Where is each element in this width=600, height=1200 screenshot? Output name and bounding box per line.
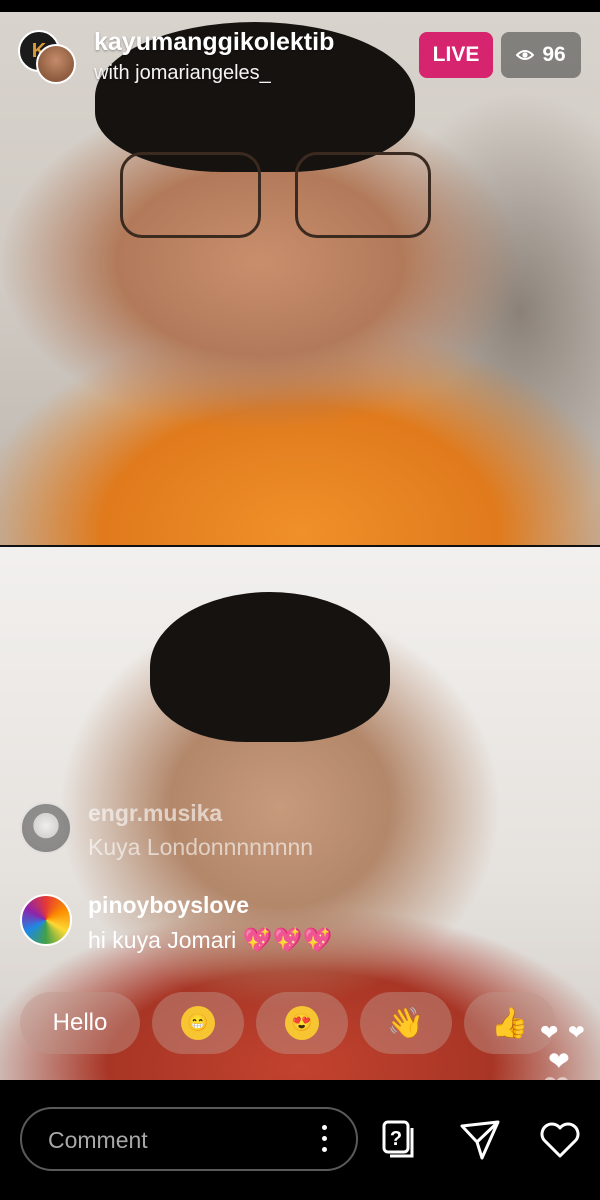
live-header: K kayumanggikolektib with jomariangeles_… bbox=[0, 18, 600, 98]
comment-item[interactable]: pinoyboyslove hi kuya Jomari 💖💖💖 bbox=[20, 892, 460, 962]
glasses-right-lens bbox=[295, 152, 431, 238]
eye-icon bbox=[516, 50, 535, 60]
comment-text-row: hi kuya Jomari 💖💖💖 bbox=[88, 926, 332, 955]
sparkling-heart-icon: 💖💖💖 bbox=[242, 927, 333, 954]
question-icon[interactable]: ? bbox=[378, 1118, 422, 1162]
heart-eyes-face-icon: 😍 bbox=[285, 1006, 319, 1040]
quick-reply-grin[interactable]: 😁 bbox=[152, 992, 244, 1054]
guest-avatar[interactable] bbox=[36, 44, 76, 84]
viewer-count-badge[interactable]: 96 bbox=[501, 32, 581, 78]
quick-reply-hello[interactable]: Hello bbox=[20, 992, 140, 1054]
bottom-bar: Comment ? bbox=[0, 1080, 600, 1200]
like-heart-icon[interactable] bbox=[538, 1118, 582, 1162]
quick-reply-wave[interactable]: 👋 bbox=[360, 992, 452, 1054]
more-options-icon[interactable] bbox=[322, 1125, 328, 1155]
comment-username: pinoyboyslove bbox=[88, 892, 250, 918]
commenter-avatar bbox=[20, 894, 72, 946]
floating-heart-icon: ❤ bbox=[540, 1020, 559, 1045]
live-badge: LIVE bbox=[419, 32, 493, 78]
viewer-count: 96 bbox=[542, 43, 566, 66]
guest-hair bbox=[150, 592, 390, 742]
floating-heart-icon: ❤ bbox=[568, 1022, 585, 1044]
comment-item[interactable]: engr.musika Kuya Londonnnnnnnn bbox=[20, 800, 460, 870]
svg-text:?: ? bbox=[390, 1128, 402, 1150]
comment-username: engr.musika bbox=[88, 800, 223, 826]
glasses-left-lens bbox=[120, 152, 261, 238]
share-icon[interactable] bbox=[458, 1118, 502, 1162]
grinning-face-icon: 😁 bbox=[181, 1006, 215, 1040]
commenter-avatar bbox=[20, 802, 72, 854]
comment-text: Kuya Londonnnnnnnn bbox=[88, 834, 314, 860]
comment-placeholder: Comment bbox=[48, 1127, 148, 1153]
waving-hand-icon: 👋 bbox=[387, 1006, 425, 1040]
comment-input[interactable]: Comment bbox=[20, 1107, 358, 1171]
comment-text: hi kuya Jomari bbox=[88, 927, 237, 953]
thumbs-up-icon: 👍 bbox=[491, 1006, 529, 1040]
guest-username[interactable]: with jomariangeles_ bbox=[94, 62, 271, 85]
host-username[interactable]: kayumanggikolektib bbox=[94, 28, 334, 57]
quick-reply-heart-eyes[interactable]: 😍 bbox=[256, 992, 348, 1054]
quick-reply-bar: Hello 😁 😍 👋 👍 bbox=[20, 992, 600, 1054]
